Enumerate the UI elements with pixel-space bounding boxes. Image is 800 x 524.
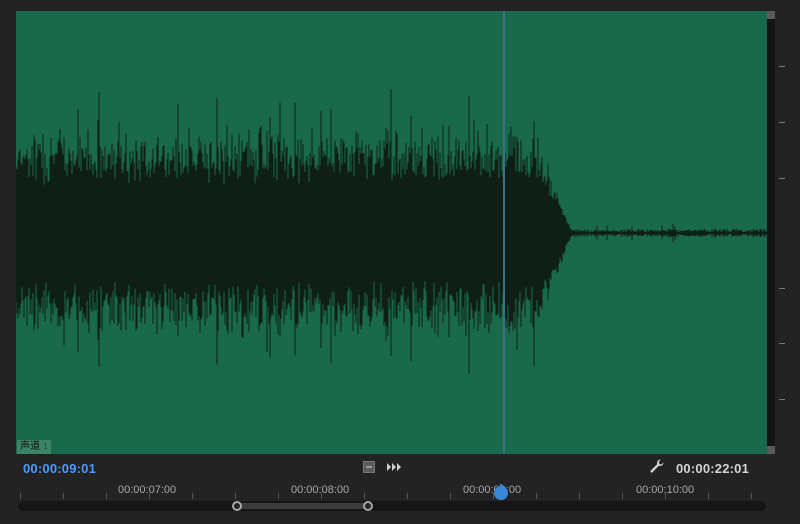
ruler-minor-tick — [149, 493, 150, 499]
channel-label: 声道 1 — [17, 440, 52, 454]
zoom-handle-left[interactable] — [232, 501, 242, 511]
zoom-scrollbar-thumb[interactable] — [237, 503, 368, 509]
channel-name: 声道 — [20, 441, 40, 452]
ruler-minor-tick — [106, 493, 107, 499]
zoom-scrollbar[interactable] — [18, 501, 766, 511]
duration-timecode: 00:00:22:01 — [676, 461, 750, 476]
level-ruler — [767, 11, 775, 454]
waveform-path — [16, 89, 767, 375]
ruler-tick — [779, 178, 785, 179]
ruler-tick — [779, 399, 785, 400]
ruler-minor-tick — [364, 493, 365, 499]
ruler-minor-tick — [708, 493, 709, 499]
ruler-minor-tick — [579, 493, 580, 499]
ruler-minor-tick — [63, 493, 64, 499]
ruler-minor-tick — [235, 493, 236, 499]
ruler-minor-tick — [278, 493, 279, 499]
ruler-minor-tick — [536, 493, 537, 499]
ruler-minor-tick — [751, 493, 752, 499]
ruler-tick — [779, 66, 785, 67]
mark-in-button[interactable] — [363, 461, 375, 473]
zoom-handle-right[interactable] — [363, 501, 373, 511]
audio-waveform — [16, 11, 767, 454]
waveform-display[interactable] — [16, 11, 767, 454]
step-forward-icon[interactable] — [386, 461, 402, 473]
ruler-minor-tick — [192, 493, 193, 499]
ruler-top-cap — [767, 11, 775, 19]
ruler-bottom-cap — [767, 446, 775, 454]
ruler-minor-tick — [407, 493, 408, 499]
ruler-minor-tick — [321, 493, 322, 499]
ruler-minor-tick — [665, 493, 666, 499]
ruler-tick — [779, 343, 785, 344]
ruler-label: 00:00:07:00 — [118, 484, 177, 496]
waveform-bars — [16, 89, 767, 375]
channel-number: 1 — [43, 442, 49, 451]
source-monitor: 声道 1 00:00:09:01 00:00:22:01 00:00:07:00 … — [0, 0, 800, 524]
ruler-tick — [779, 288, 785, 289]
wrench-icon[interactable] — [649, 458, 665, 474]
ruler-minor-tick — [20, 493, 21, 499]
ruler-minor-tick — [622, 493, 623, 499]
ruler-minor-tick — [450, 493, 451, 499]
current-timecode[interactable]: 00:00:09:01 — [23, 461, 96, 476]
ruler-tick — [779, 122, 785, 123]
playhead-marker-icon[interactable] — [492, 484, 510, 500]
